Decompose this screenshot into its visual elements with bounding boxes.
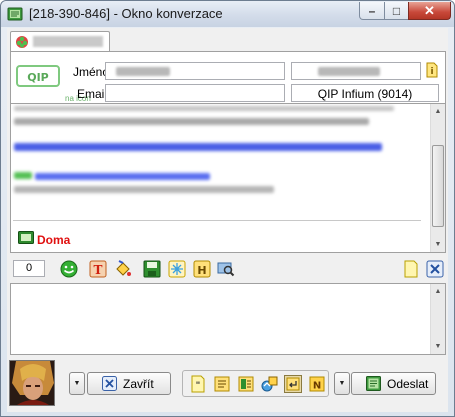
avatar bbox=[9, 360, 55, 406]
maximize-icon: □ bbox=[392, 3, 401, 18]
bottom-bar: ▼ Zavřít " N ▼ Odeslat bbox=[7, 356, 448, 412]
enter-icon[interactable] bbox=[284, 375, 302, 393]
nickname-value-redacted bbox=[318, 67, 380, 76]
history-line bbox=[14, 186, 274, 193]
conversation-tab[interactable] bbox=[10, 31, 110, 52]
history-line bbox=[14, 172, 32, 179]
qip-logo: QIP bbox=[14, 56, 62, 106]
send-icon bbox=[366, 376, 381, 391]
chat-window-icon bbox=[7, 7, 23, 21]
svg-text:QIP: QIP bbox=[27, 71, 49, 84]
options-dropdown[interactable]: ▼ bbox=[69, 372, 85, 395]
name-value-redacted bbox=[116, 67, 170, 76]
send-button[interactable]: Odeslat bbox=[351, 372, 436, 395]
status-icon bbox=[18, 231, 34, 244]
transfer-icon[interactable] bbox=[261, 375, 279, 393]
close-icon bbox=[102, 376, 117, 391]
snowflake-icon[interactable] bbox=[168, 260, 186, 278]
scroll-thumb[interactable] bbox=[432, 145, 444, 227]
nudge-icon[interactable]: N bbox=[308, 375, 326, 393]
notes-icon[interactable] bbox=[213, 375, 231, 393]
conversation-window: [218-390-846] - Okno konverzace – □ ✕ QI… bbox=[0, 0, 455, 417]
contact-card-icon[interactable] bbox=[237, 375, 255, 393]
input-scrollbar[interactable]: ▲ ▼ bbox=[430, 284, 445, 354]
svg-text:N: N bbox=[313, 381, 321, 392]
scroll-down-icon[interactable]: ▼ bbox=[431, 339, 445, 354]
search-icon[interactable] bbox=[217, 260, 235, 278]
quote-icon[interactable]: " bbox=[189, 375, 207, 393]
send-options-dropdown[interactable]: ▼ bbox=[334, 372, 350, 395]
close-window-button[interactable]: ✕ bbox=[408, 2, 451, 20]
svg-text:i: i bbox=[430, 67, 433, 77]
smiley-icon[interactable] bbox=[60, 260, 78, 278]
svg-text:T: T bbox=[94, 263, 103, 277]
note-icon[interactable] bbox=[402, 260, 420, 278]
character-counter: 0 bbox=[13, 260, 45, 277]
nickname-field[interactable] bbox=[291, 62, 421, 80]
history-line bbox=[14, 106, 394, 111]
action-icon-group: " N bbox=[182, 370, 329, 397]
save-icon[interactable] bbox=[143, 260, 161, 278]
email-field[interactable] bbox=[105, 84, 285, 102]
chevron-down-icon: ▼ bbox=[73, 380, 81, 387]
avatar-image bbox=[10, 361, 54, 405]
minimize-button[interactable]: – bbox=[359, 2, 385, 20]
close-tab-icon[interactable] bbox=[426, 260, 444, 278]
client-version: QIP Infium (9014) bbox=[291, 84, 439, 102]
name-field[interactable] bbox=[105, 62, 285, 80]
contact-details-icon[interactable]: i bbox=[424, 62, 440, 78]
history-link[interactable] bbox=[14, 143, 382, 151]
text-format-icon[interactable]: T bbox=[89, 260, 107, 278]
svg-text:H: H bbox=[197, 264, 206, 277]
message-toolbar: 0 T H bbox=[10, 257, 446, 283]
close-button[interactable]: Zavřít bbox=[87, 372, 171, 395]
svg-text:": " bbox=[196, 381, 201, 391]
message-input[interactable]: ▲ ▼ bbox=[10, 283, 446, 355]
window-client-area: QIP na icon Jméno: i Email: QIP Infium (… bbox=[7, 28, 448, 412]
tab-label-redacted bbox=[33, 36, 103, 47]
history-link[interactable] bbox=[35, 173, 210, 180]
close-icon: ✕ bbox=[424, 3, 435, 18]
send-button-label: Odeslat bbox=[387, 376, 429, 391]
chevron-down-icon: ▼ bbox=[338, 380, 346, 387]
history-line bbox=[14, 118, 369, 125]
scroll-up-icon[interactable]: ▲ bbox=[431, 104, 445, 119]
maximize-button[interactable]: □ bbox=[384, 2, 409, 20]
scroll-up-icon[interactable]: ▲ bbox=[431, 284, 445, 299]
history-icon[interactable]: H bbox=[193, 260, 211, 278]
minimize-icon: – bbox=[368, 3, 376, 18]
online-status-icon bbox=[16, 36, 28, 48]
history-divider bbox=[13, 220, 421, 221]
message-history[interactable]: Doma ▲ ▼ bbox=[10, 103, 446, 253]
status-text: Doma bbox=[37, 233, 71, 247]
window-title: [218-390-846] - Okno konverzace bbox=[29, 6, 223, 21]
paint-bucket-icon[interactable] bbox=[114, 260, 132, 278]
title-bar[interactable]: [218-390-846] - Okno konverzace – □ ✕ bbox=[1, 1, 454, 27]
history-scrollbar[interactable]: ▲ ▼ bbox=[430, 104, 445, 252]
scroll-down-icon[interactable]: ▼ bbox=[431, 237, 445, 252]
close-button-label: Zavřít bbox=[123, 376, 154, 391]
